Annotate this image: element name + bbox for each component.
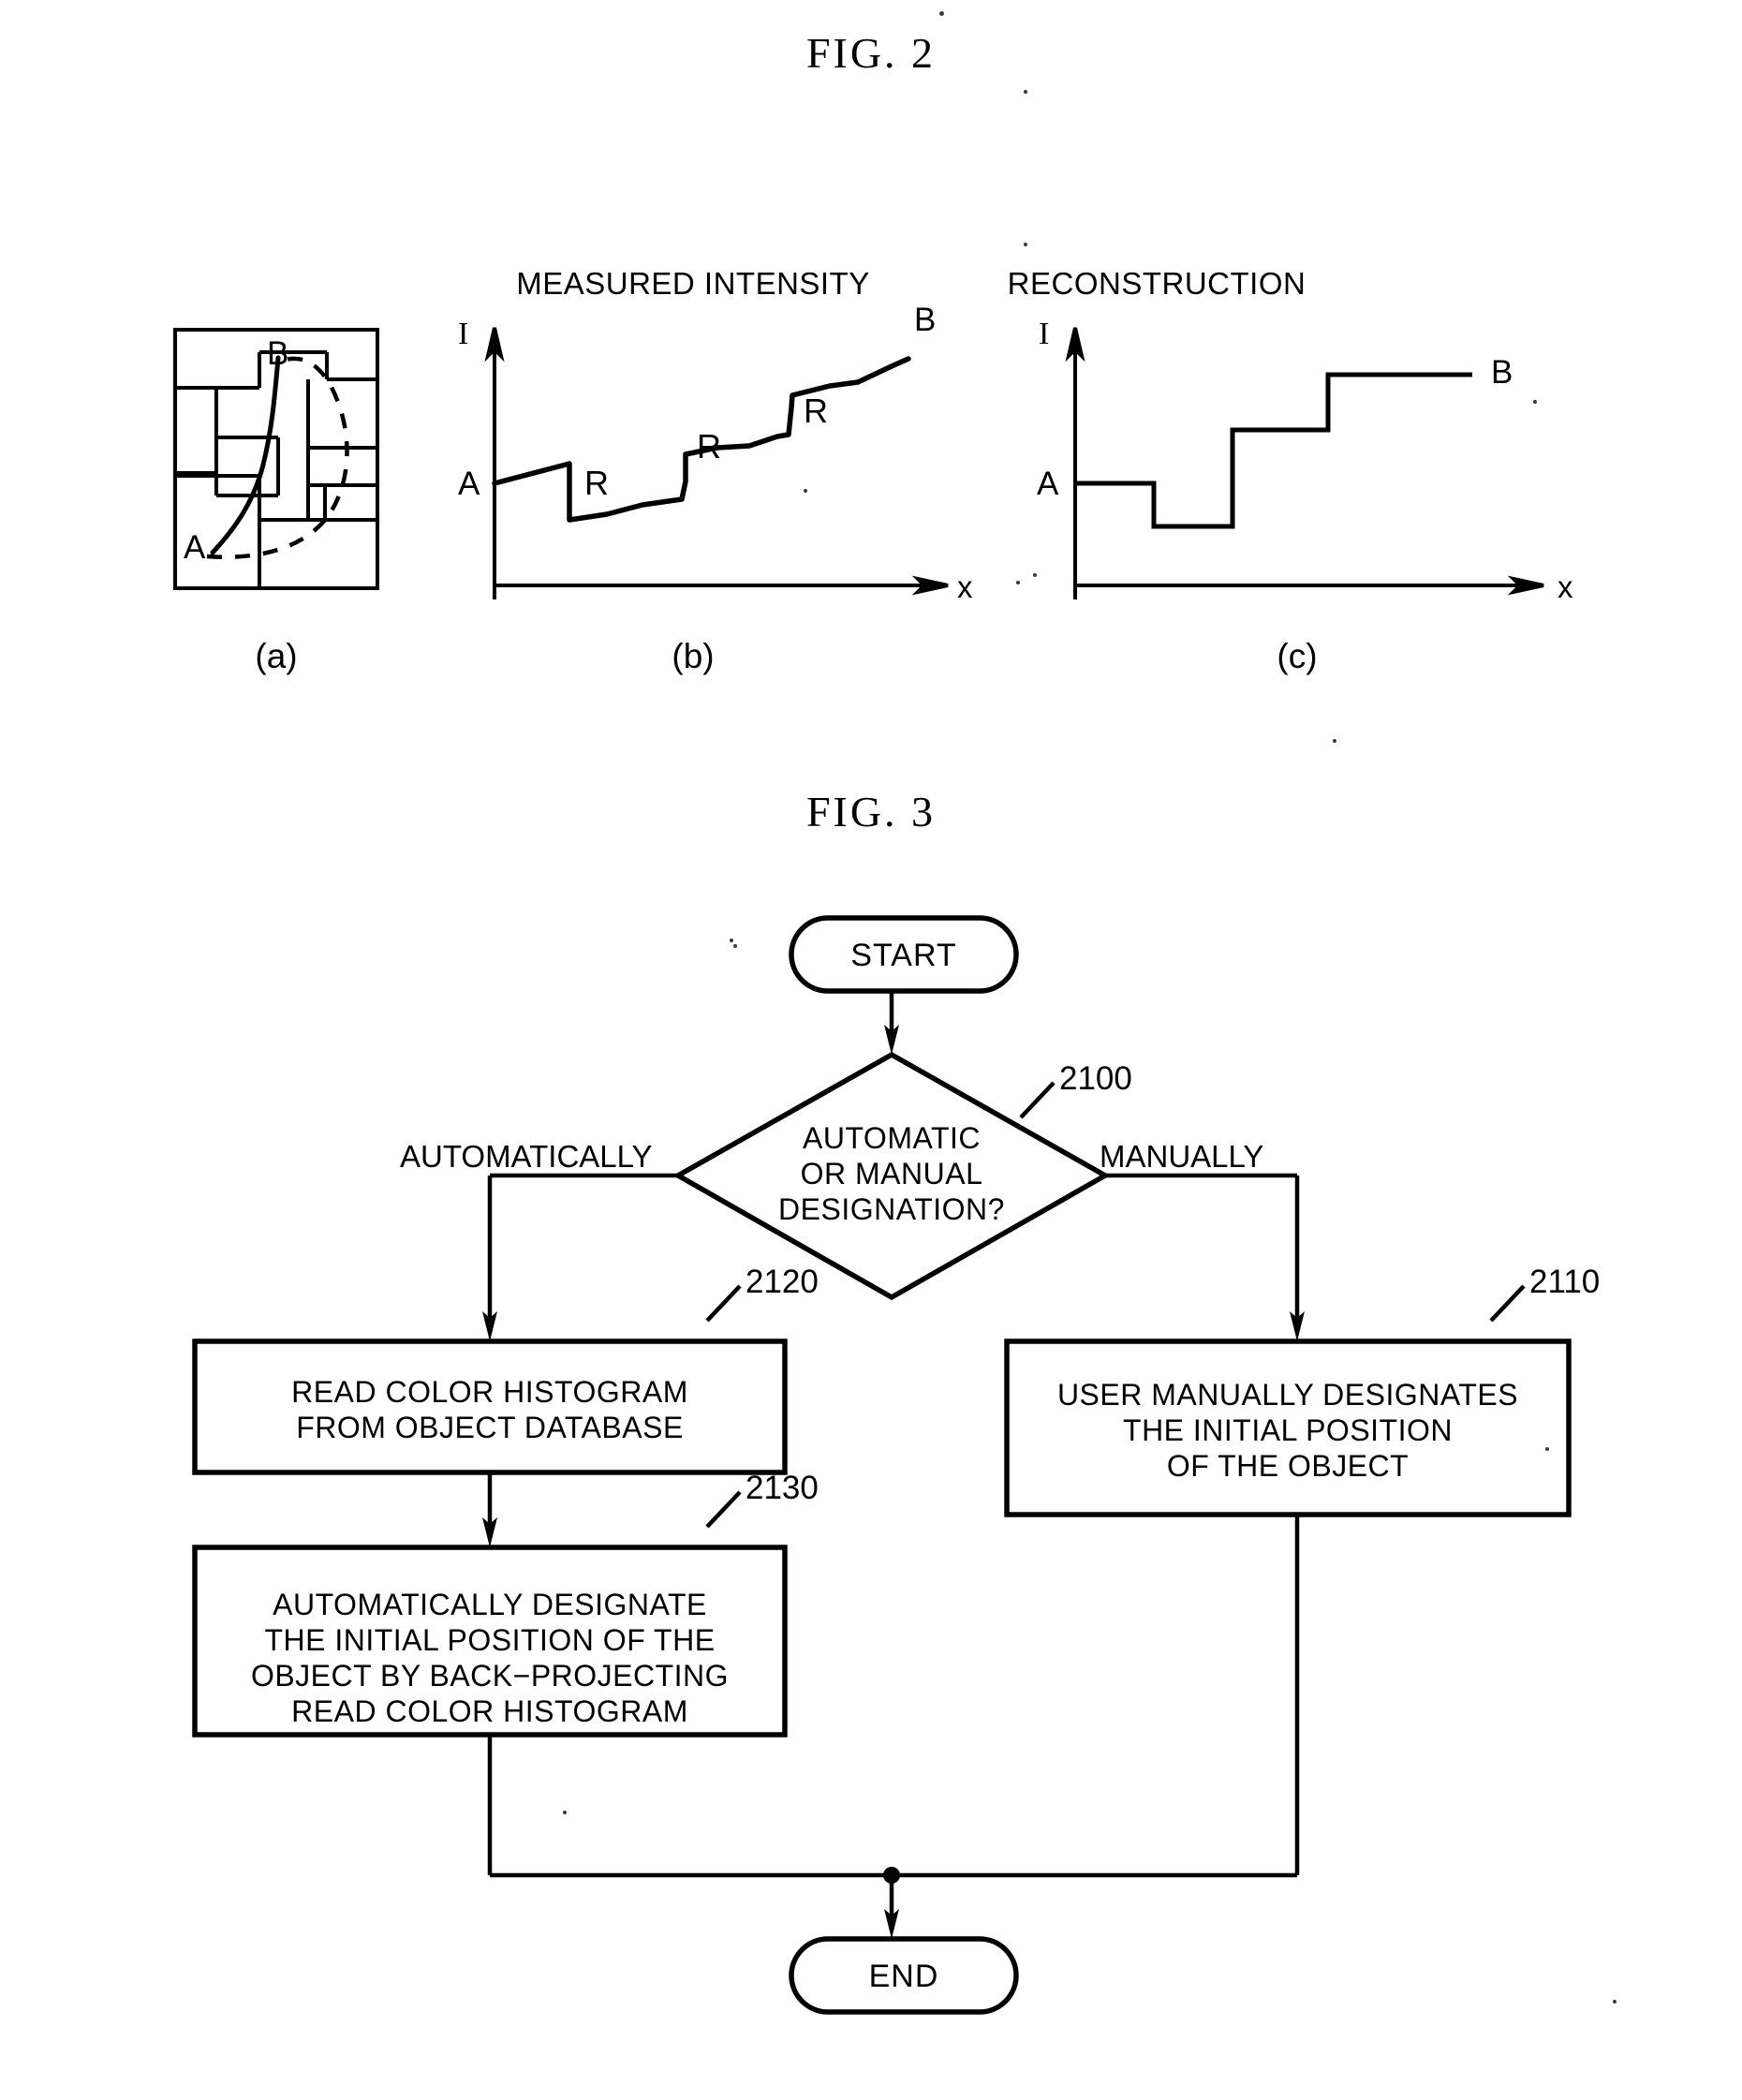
flow-ref-2120: 2120 xyxy=(746,1264,819,1300)
scan-speck xyxy=(1024,90,1027,94)
scan-speck xyxy=(1016,581,1020,584)
flow-box-2110-label: USER MANUALLY DESIGNATES THE INITIAL POS… xyxy=(1056,1378,1519,1483)
panel-c-caption: (c) xyxy=(1277,637,1318,675)
figure-3-title: FIG. 3 xyxy=(805,788,937,836)
scan-speck xyxy=(1033,573,1037,577)
panel-c-point-b-label: B xyxy=(1491,354,1513,391)
flow-branch-label-manually: MANUALLY xyxy=(1100,1139,1264,1174)
panel-b-chart-title: MEASURED INTENSITY xyxy=(516,266,870,301)
panel-a-caption: (a) xyxy=(255,637,298,675)
panel-a-point-a-label: A xyxy=(184,529,206,566)
patent-figure-page: FIG. 2 A B (a) MEASURED INTENSITY I x A … xyxy=(0,0,1742,2100)
scan-speck xyxy=(1333,739,1336,743)
panel-b-y-axis-label: I xyxy=(458,317,469,351)
panel-c-x-axis-label: x xyxy=(1557,569,1573,604)
panel-b-measured-intensity-plot xyxy=(484,327,949,599)
panel-b-point-b-label: B xyxy=(914,302,937,338)
flow-decision-label: AUTOMATIC OR MANUAL DESIGNATION? xyxy=(778,1121,1005,1226)
flow-end-node-label: END xyxy=(868,1959,939,1994)
panel-b-discontinuity-label-3: R xyxy=(804,392,828,430)
flow-ref-2130: 2130 xyxy=(746,1470,819,1506)
panel-c-y-axis-label: I xyxy=(1039,317,1050,351)
figure-2-title: FIG. 2 xyxy=(805,29,937,77)
panel-c-point-a-label: A xyxy=(1037,466,1059,502)
panel-b-point-a-label: A xyxy=(458,466,480,502)
flow-ref-2100: 2100 xyxy=(1059,1060,1132,1097)
scan-speck xyxy=(1024,243,1027,246)
flow-start-node-label: START xyxy=(850,938,957,973)
panel-a-point-b-label: B xyxy=(267,335,289,372)
panel-c-chart-title: RECONSTRUCTION xyxy=(1007,266,1306,301)
panel-b-discontinuity-label-2: R xyxy=(697,427,721,466)
flow-box-2130-label: AUTOMATICALLY DESIGNATE THE INITIAL POSI… xyxy=(250,1588,730,1728)
panel-b-discontinuity-label-1: R xyxy=(584,464,609,502)
flow-ref-2110: 2110 xyxy=(1529,1264,1601,1300)
panel-b-x-axis-label: x xyxy=(957,569,973,604)
scan-speck xyxy=(939,11,944,16)
panel-b-caption: (b) xyxy=(672,637,715,675)
flow-box-2120-label: READ COLOR HISTOGRAM FROM OBJECT DATABAS… xyxy=(291,1375,688,1444)
flow-branch-label-automatically: AUTOMATICALLY xyxy=(400,1139,653,1174)
